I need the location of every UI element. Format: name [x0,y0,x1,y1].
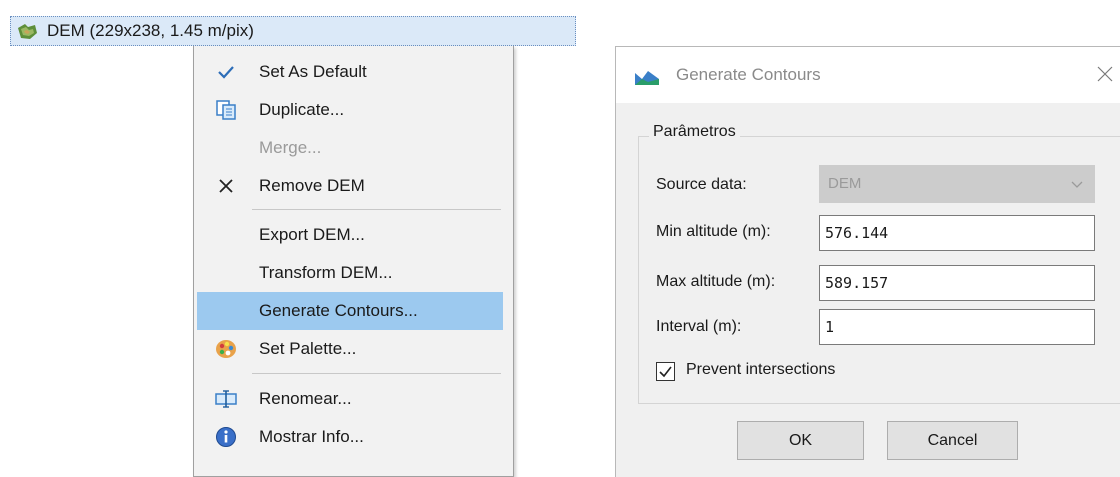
parameters-group-title: Parâmetros [649,123,740,141]
cancel-button[interactable]: Cancel [887,421,1018,460]
menu-item-transform-dem[interactable]: Transform DEM... [197,254,503,292]
dem-layer-icon [15,19,39,43]
min-altitude-value: 576.144 [825,224,889,242]
max-altitude-field[interactable]: 589.157 [819,265,1095,301]
menu-item-duplicate[interactable]: Duplicate... [197,91,503,129]
menu-item-remove-dem[interactable]: Remove DEM [197,167,503,205]
menu-item-label: Remove DEM [259,176,365,195]
source-data-select[interactable]: DEM [819,165,1095,203]
close-icon[interactable] [1090,59,1120,89]
menu-item-label: Mostrar Info... [259,427,364,446]
menu-item-label: Set Palette... [259,339,357,358]
min-altitude-label: Min altitude (m): [656,223,771,240]
dialog-titlebar[interactable]: Generate Contours [616,47,1120,103]
menu-item-set-as-default[interactable]: Set As Default [197,53,503,91]
close-x-icon [213,173,239,199]
source-data-value: DEM [828,175,862,192]
menu-item-mostrar-info[interactable]: Mostrar Info... [197,418,503,456]
menu-item-set-palette[interactable]: Set Palette... [197,330,503,368]
source-data-label: Source data: [656,176,747,193]
menu-item-label: Transform DEM... [259,263,393,282]
ok-button[interactable]: OK [737,421,864,460]
context-menu: Set As Default Duplicate... Merge... Rem… [193,46,514,477]
menu-item-label: Merge... [259,138,322,157]
interval-value: 1 [825,318,835,336]
interval-field[interactable]: 1 [819,309,1095,345]
menu-item-label: Duplicate... [259,100,345,119]
app-icon [634,67,660,87]
menu-item-label: Generate Contours... [259,301,418,320]
menu-item-label: Renomear... [259,389,352,408]
palette-icon [213,336,239,362]
chevron-down-icon [1070,178,1084,190]
info-icon [213,424,239,450]
max-altitude-label: Max altitude (m): [656,273,776,290]
menu-item-export-dem[interactable]: Export DEM... [197,216,503,254]
menu-item-generate-contours[interactable]: Generate Contours... [197,292,503,330]
menu-item-label: Export DEM... [259,225,365,244]
dialog-title: Generate Contours [676,65,821,84]
generate-contours-dialog: Generate Contours Parâmetros Source data… [615,46,1120,477]
menu-item-label: Set As Default [259,62,367,81]
menu-separator [252,373,501,374]
prevent-intersections-checkbox[interactable] [656,362,675,381]
rename-icon [213,386,239,412]
duplicate-icon [213,97,239,123]
checkmark-icon [213,59,239,85]
menu-item-renomear[interactable]: Renomear... [197,380,503,418]
menu-item-merge[interactable]: Merge... [197,129,503,167]
dem-tree-item-label: DEM (229x238, 1.45 m/pix) [47,21,254,40]
dem-tree-item[interactable]: DEM (229x238, 1.45 m/pix) [10,16,576,46]
interval-label: Interval (m): [656,318,742,335]
menu-separator [252,209,501,210]
max-altitude-value: 589.157 [825,274,889,292]
prevent-intersections-label[interactable]: Prevent intersections [686,361,835,379]
min-altitude-field[interactable]: 576.144 [819,215,1095,251]
